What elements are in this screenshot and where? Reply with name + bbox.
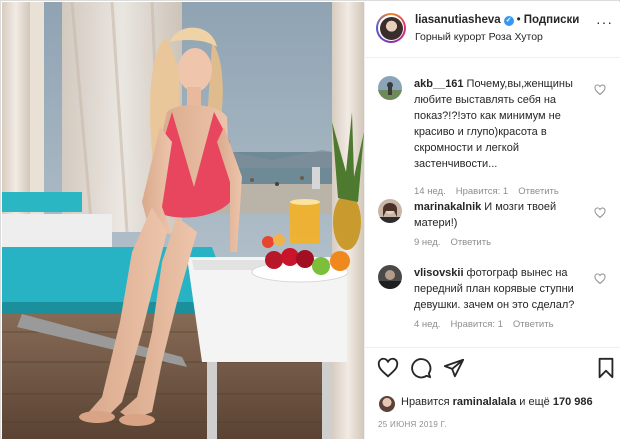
commenter-username[interactable]: marinakalnik [414,201,481,213]
comment-time: 14 нед. [414,186,446,197]
heart-icon[interactable] [377,357,399,379]
post-header: liasanutiasheva ✓ • Подписки Горный курорт … [365,2,620,58]
bookmark-icon[interactable] [595,357,617,379]
comment-likes[interactable]: Нравится: 1 [456,186,508,197]
post-actions: Нравится raminalalala и ещё 170 986 25 И… [365,347,620,437]
comment-likes[interactable]: Нравится: 1 [450,319,502,330]
likes-mid: и ещё [519,396,550,408]
commenter-avatar[interactable] [378,265,402,289]
reply-button[interactable]: Ответить [518,186,559,197]
author-avatar[interactable] [376,13,406,43]
post-date[interactable]: 25 ИЮНЯ 2019 Г. [378,420,447,429]
author-username[interactable]: liasanutiasheva [415,14,501,26]
share-icon[interactable] [443,357,465,379]
commenter-avatar[interactable] [378,76,402,100]
comment-like-heart-icon[interactable] [594,84,606,96]
comment-time: 4 нед. [414,319,441,330]
comment-meta: 4 нед. Нравится: 1 Ответить [414,319,564,330]
reply-button[interactable]: Ответить [450,237,491,248]
comment-text: Почему,вы,женщины любите выставлять себя… [414,78,573,170]
post-sidebar: liasanutiasheva ✓ • Подписки Горный курорт … [364,2,620,439]
likes-summary: Нравится raminalalala и ещё 170 986 [401,396,593,408]
comment-icon[interactable] [410,357,432,379]
comment-body: akb__161 Почему,вы,женщины любите выставл… [414,76,592,172]
post-photo[interactable] [2,2,364,439]
comment-body: marinakalnik И мозги твоей матери!) [414,199,592,231]
photo-illustration [2,2,364,439]
comments-list[interactable]: akb__161 Почему,вы,женщины любите выставл… [365,59,620,347]
comment-meta: 9 нед. Ответить [414,237,501,248]
liker-avatar[interactable] [379,396,395,412]
commenter-username[interactable]: vlisovskii [414,267,464,279]
location-link[interactable]: Горный курорт Роза Хутор [415,31,543,43]
follow-button[interactable]: Подписки [524,14,580,26]
comment-like-heart-icon[interactable] [594,273,606,285]
commenter-username[interactable]: akb__161 [414,78,464,90]
comment-like-heart-icon[interactable] [594,207,606,219]
comment-meta: 14 нед. Нравится: 1 Ответить [414,186,569,197]
verified-icon: ✓ [503,16,514,26]
comment-body: vlisovskii фотограф вынес на передний пла… [414,265,592,313]
comment-time: 9 нед. [414,237,441,248]
author-line: liasanutiasheva ✓ • Подписки [415,14,579,26]
more-icon[interactable]: ··· [596,14,613,30]
reply-button[interactable]: Ответить [513,319,554,330]
header-separator: • [516,14,521,26]
commenter-avatar[interactable] [378,199,402,223]
liker-username[interactable]: raminalalala [453,396,517,408]
likes-prefix: Нравится [401,396,450,408]
post-modal: liasanutiasheva ✓ • Подписки Горный курорт … [0,0,620,439]
likes-count[interactable]: 170 986 [553,396,593,408]
